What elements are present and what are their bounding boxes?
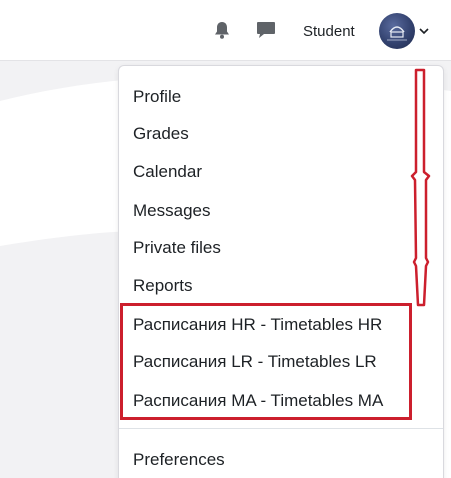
menu-item-grades[interactable]: Grades: [133, 123, 189, 145]
user-name[interactable]: Student: [303, 22, 355, 42]
user-menu-dropdown: Profile Grades Calendar Messages Private…: [118, 65, 444, 478]
menu-item-timetables-ma[interactable]: Расписания MA - Timetables MA: [133, 390, 383, 412]
menu-item-timetables-hr[interactable]: Расписания HR - Timetables HR: [133, 314, 382, 336]
page: Student Profile Grades Calendar Messages…: [0, 0, 451, 478]
avatar-image: [387, 26, 407, 41]
chevron-down-icon[interactable]: [418, 26, 430, 36]
menu-item-messages[interactable]: Messages: [133, 200, 210, 222]
menu-item-preferences[interactable]: Preferences: [133, 449, 225, 471]
menu-item-profile[interactable]: Profile: [133, 86, 181, 108]
menu-item-calendar[interactable]: Calendar: [133, 161, 202, 183]
bell-icon[interactable]: [211, 19, 233, 41]
menu-divider: [119, 428, 443, 429]
menu-item-reports[interactable]: Reports: [133, 275, 193, 297]
menu-item-private-files[interactable]: Private files: [133, 237, 221, 259]
user-avatar[interactable]: [379, 13, 415, 49]
chat-icon[interactable]: [255, 19, 277, 41]
top-navbar: Student: [0, 0, 451, 61]
menu-item-timetables-lr[interactable]: Расписания LR - Timetables LR: [133, 351, 377, 373]
